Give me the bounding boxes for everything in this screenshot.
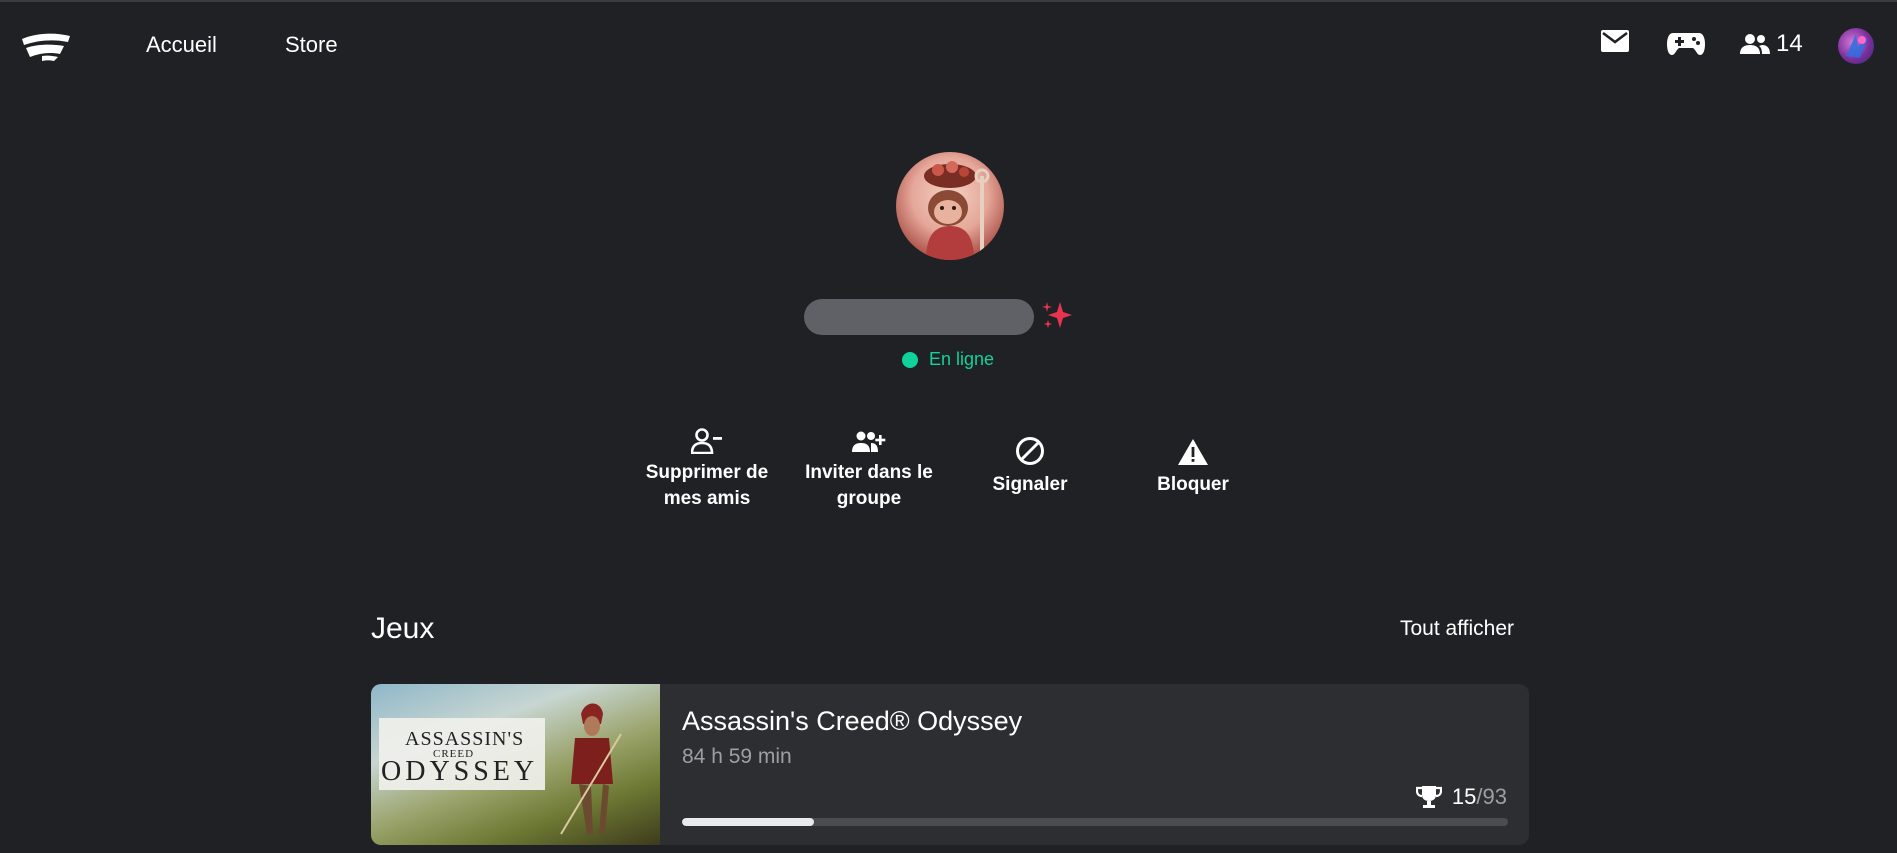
trophies-earned: 15: [1451, 784, 1477, 809]
friends-button[interactable]: 14: [1740, 30, 1803, 58]
remove-friend-button[interactable]: Supprimer de mes amis: [632, 422, 782, 512]
report-icon: [1016, 437, 1044, 465]
invite-group-icon: [852, 431, 886, 452]
cover-title-line3: ODYSSEY: [381, 756, 539, 787]
report-label: Signaler: [992, 474, 1068, 495]
top-bar: Accueil Store 14: [0, 2, 1897, 86]
user-avatar[interactable]: [1838, 28, 1874, 64]
remove-friend-label: Supprimer de mes amis: [645, 462, 769, 509]
mail-icon[interactable]: [1601, 30, 1629, 52]
trophy-progress-bar: [682, 818, 1508, 826]
friends-count: 14: [1776, 30, 1803, 57]
status-label: En ligne: [929, 349, 995, 369]
game-cover-art: ASSASSIN'S CREED ODYSSEY: [371, 684, 660, 845]
nav-store-link[interactable]: Store: [285, 32, 338, 58]
block-warning-icon: [1178, 439, 1208, 465]
invite-group-button[interactable]: Inviter dans le groupe: [794, 422, 944, 512]
stadia-logo[interactable]: [20, 30, 72, 62]
game-title: Assassin's Creed® Odyssey: [682, 706, 1023, 736]
invite-group-label: Inviter dans le groupe: [805, 462, 933, 509]
warrior-figure: [560, 703, 622, 835]
online-status: En ligne: [902, 349, 994, 370]
controller-icon[interactable]: [1667, 30, 1705, 56]
friends-icon: [1740, 34, 1770, 54]
trophy-counter: 15/93: [1415, 784, 1507, 810]
profile-avatar: [896, 152, 1004, 260]
block-label: Bloquer: [1157, 474, 1229, 495]
game-playtime: 84 h 59 min: [682, 745, 792, 768]
username-redacted: [804, 299, 1034, 335]
nav-home-link[interactable]: Accueil: [146, 32, 217, 58]
game-card[interactable]: ASSASSIN'S CREED ODYSSEY Assassin's Cree…: [371, 684, 1529, 845]
trophy-icon: [1415, 786, 1442, 808]
remove-friend-icon: [691, 428, 722, 454]
games-section-title: Jeux: [371, 612, 435, 645]
trophies-total: /93: [1476, 784, 1507, 809]
status-dot: [902, 351, 918, 368]
trophy-progress-fill: [682, 818, 815, 826]
see-all-games-link[interactable]: Tout afficher: [1400, 617, 1514, 641]
block-button[interactable]: Bloquer: [1118, 434, 1268, 498]
report-button[interactable]: Signaler: [955, 434, 1105, 498]
sparkle-icon: [1042, 302, 1072, 328]
